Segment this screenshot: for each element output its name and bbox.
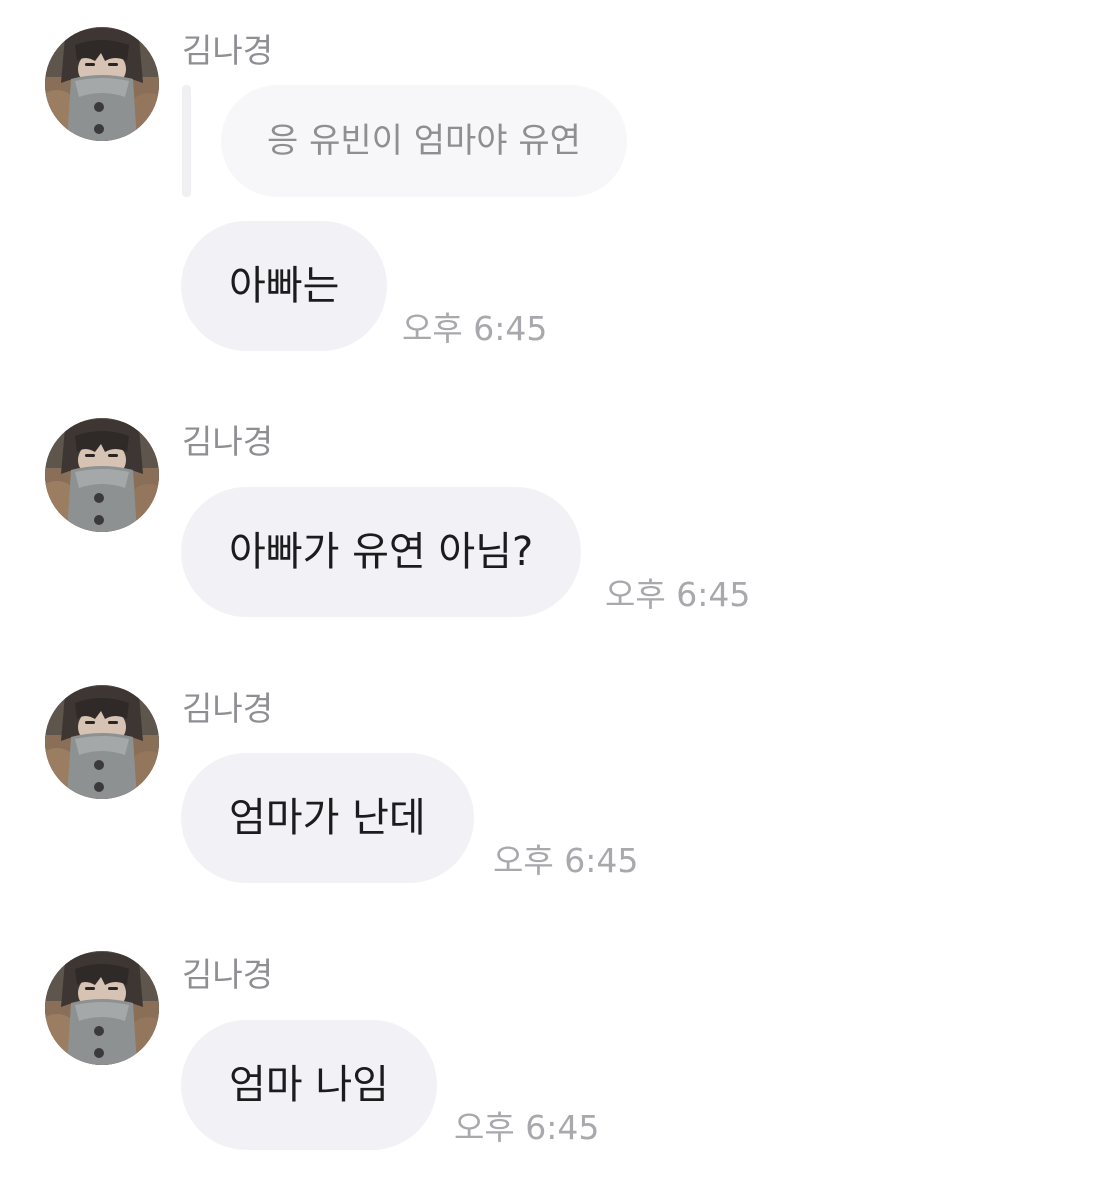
message-bubble[interactable]: 아빠가 유연 아님?: [181, 487, 582, 617]
sender-name: 김나경: [182, 422, 274, 461]
avatar[interactable]: [45, 418, 159, 532]
avatar-image: [45, 418, 159, 532]
message-time: 오후 6:45: [454, 1108, 600, 1147]
message-time: 오후 6:45: [402, 309, 548, 348]
message-bubble[interactable]: 아빠는: [181, 221, 388, 351]
sender-name: 김나경: [182, 955, 274, 994]
message-bubble[interactable]: 엄마가 난데: [181, 753, 474, 883]
avatar-image: [45, 685, 159, 799]
avatar[interactable]: [45, 27, 159, 141]
sender-name: 김나경: [182, 31, 274, 70]
reply-quote-bar: [182, 85, 191, 197]
message-time: 오후 6:45: [605, 575, 751, 614]
message-bubble[interactable]: 엄마 나임: [181, 1020, 437, 1150]
message-time: 오후 6:45: [493, 841, 639, 880]
avatar-image: [45, 27, 159, 141]
avatar[interactable]: [45, 685, 159, 799]
avatar[interactable]: [45, 951, 159, 1065]
reply-quote-bubble[interactable]: 응 유빈이 엄마야 유연: [221, 85, 627, 197]
avatar-image: [45, 951, 159, 1065]
sender-name: 김나경: [182, 689, 274, 728]
